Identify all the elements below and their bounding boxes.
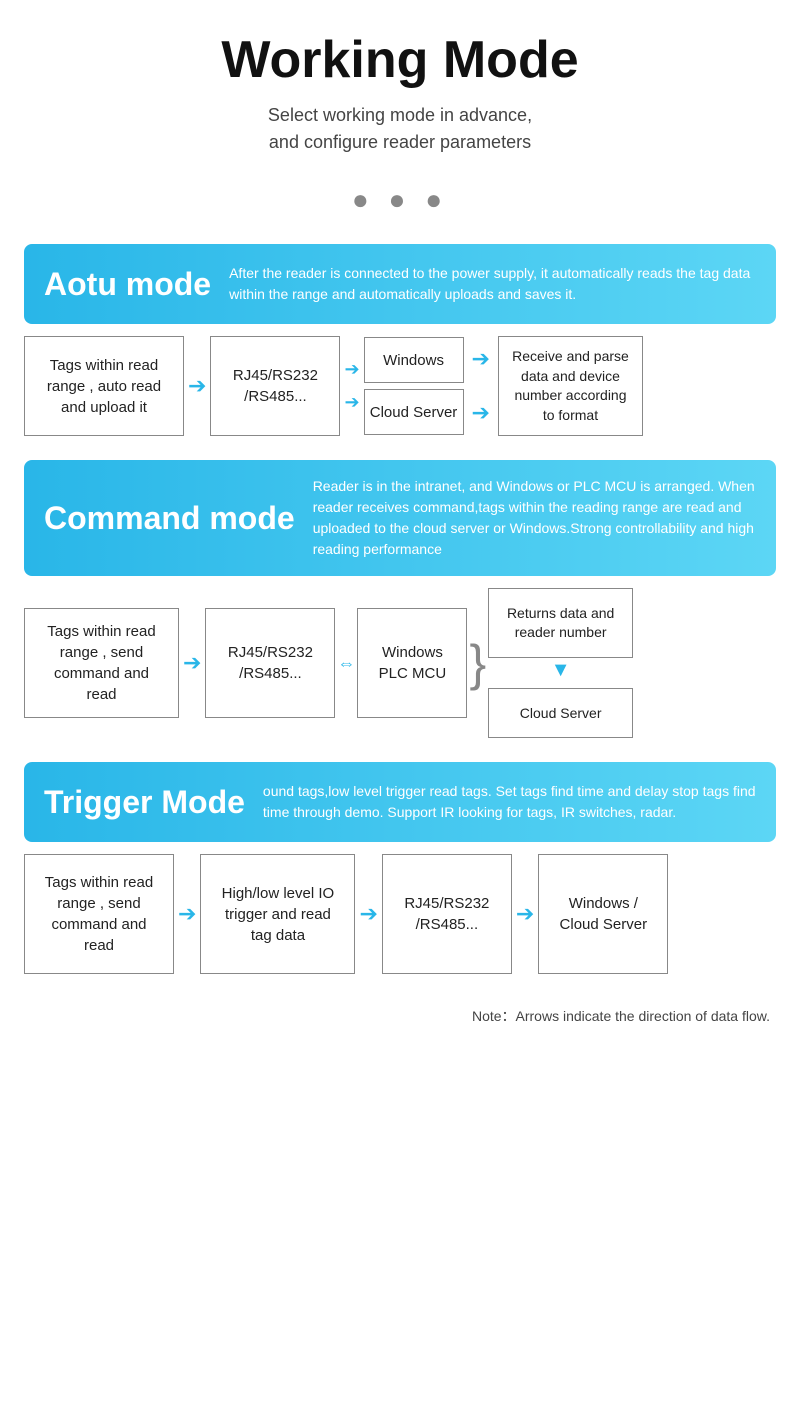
trigger-mode-banner: Trigger Mode ound tags,low level trigger… (24, 762, 776, 842)
aotu-flow: Tags within read range , auto read and u… (24, 336, 776, 436)
aotu-arrow3: ➔ (472, 400, 490, 426)
note: Note：Arrows indicate the direction of da… (0, 998, 800, 1046)
aotu-arrow2: ➔ (472, 346, 490, 372)
cmd-arrow-down: ▼ (551, 660, 571, 680)
trig-arrow1: ➔ (178, 901, 196, 927)
command-mode-banner: Command mode Reader is in the intranet, … (24, 460, 776, 576)
cmd-right-col: Returns data and reader number ▼ Cloud S… (488, 588, 633, 738)
aotu-box-rj45: RJ45/RS232 /RS485... (210, 336, 340, 436)
page-title: Working Mode (20, 30, 780, 90)
trig-box-io: High/low level IO trigger and read tag d… (200, 854, 355, 974)
aotu-arrow1: ➔ (188, 373, 206, 399)
trig-box-tags: Tags within read range , send command an… (24, 854, 174, 974)
aotu-box-windows: Windows (364, 337, 464, 383)
command-mode-title: Command mode (44, 499, 295, 537)
cmd-box-returns: Returns data and reader number (488, 588, 633, 658)
aotu-box-tags: Tags within read range , auto read and u… (24, 336, 184, 436)
trig-box-rj45: RJ45/RS232 /RS485... (382, 854, 512, 974)
aotu-arrows-right: ➔ ➔ (468, 346, 494, 426)
cmd-double-arrow: ⇔ (337, 653, 355, 674)
cmd-box-winplc: Windows PLC MCU (357, 608, 467, 718)
trig-box-wincloud: Windows / Cloud Server (538, 854, 668, 974)
page-header: Working Mode Select working mode in adva… (0, 0, 800, 166)
cmd-box-cloud: Cloud Server (488, 688, 633, 738)
trig-arrow3: ➔ (516, 901, 534, 927)
aotu-arrow-bottom: ➔ (344, 392, 359, 414)
cmd-bracket: } (469, 638, 486, 688)
cmd-box-tags: Tags within read range , send command an… (24, 608, 179, 718)
trigger-mode-desc: ound tags,low level trigger read tags. S… (263, 781, 756, 823)
cmd-box-rj45: RJ45/RS232 /RS485... (205, 608, 335, 718)
trigger-mode-title: Trigger Mode (44, 783, 245, 821)
aotu-mode-banner: Aotu mode After the reader is connected … (24, 244, 776, 324)
aotu-box-cloud: Cloud Server (364, 389, 464, 435)
command-mode-desc: Reader is in the intranet, and Windows o… (313, 476, 756, 560)
page-subtitle: Select working mode in advance, and conf… (20, 102, 780, 156)
aotu-mode-title: Aotu mode (44, 265, 211, 303)
trig-arrow2: ➔ (359, 901, 377, 927)
aotu-branch-arrows: ➔ ➔ (344, 359, 359, 414)
aotu-wincloud: Windows Cloud Server (364, 337, 464, 435)
cmd-arrow1: ➔ (183, 650, 201, 676)
aotu-box-parse: Receive and parse data and device number… (498, 336, 643, 436)
aotu-mode-desc: After the reader is connected to the pow… (229, 263, 756, 305)
dots-indicator: ● ● ● (0, 184, 800, 216)
trigger-flow: Tags within read range , send command an… (24, 854, 776, 974)
aotu-arrow-top: ➔ (344, 359, 359, 381)
command-flow: Tags within read range , send command an… (24, 588, 776, 738)
